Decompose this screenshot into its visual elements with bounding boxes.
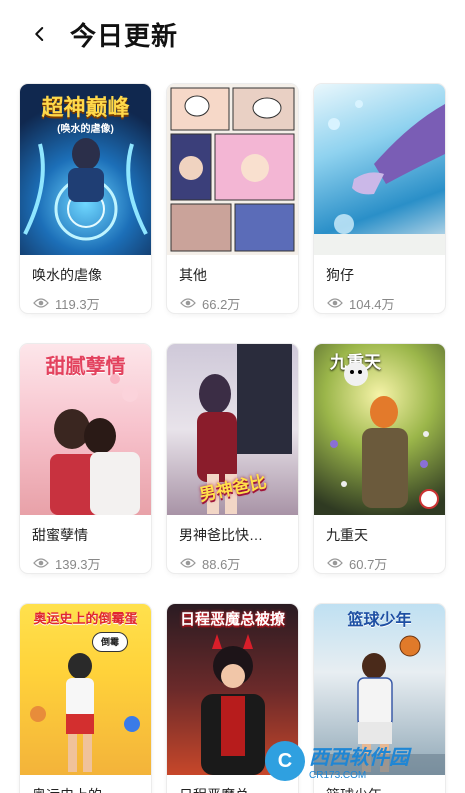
comic-card[interactable]: 超神巅峰 (唤水的虐像) 唤水的虐像 119.3万 xyxy=(20,84,151,313)
view-count-value: 66.2万 xyxy=(202,296,241,312)
comic-card[interactable]: 奥运史上的倒霉蛋 倒霉 奥运史上的 xyxy=(20,604,151,793)
view-count: 88.6万 xyxy=(167,545,298,573)
eye-icon xyxy=(180,298,196,308)
page-title: 今日更新 xyxy=(70,21,179,51)
comic-title: 唤水的虐像 xyxy=(32,267,102,283)
comic-cover: 超神巅峰 (唤水的虐像) xyxy=(20,84,151,255)
view-count: 60.7万 xyxy=(314,545,445,573)
view-count-value: 119.3万 xyxy=(55,296,100,312)
chevron-left-icon xyxy=(35,27,44,41)
watermark-sub: CR173.COM xyxy=(309,770,367,781)
watermark: C 西西软件园 CR173.COM xyxy=(265,740,450,782)
view-count-value: 60.7万 xyxy=(349,556,388,572)
watermark-text: 西西软件园 CR173.COM xyxy=(309,741,409,781)
comic-title: 甜蜜孽情 xyxy=(32,527,88,543)
comic-title: 男神爸比快… xyxy=(179,527,263,543)
watermark-logo-icon: C xyxy=(265,741,305,781)
view-count-value: 104.4万 xyxy=(349,296,395,312)
view-count-value: 88.6万 xyxy=(202,556,241,572)
view-count: 104.4万 xyxy=(314,285,445,313)
view-count: 66.2万 xyxy=(167,285,298,313)
header-bar: 今日更新 xyxy=(0,0,465,70)
watermark-main: 西西软件园 xyxy=(309,747,409,769)
eye-icon xyxy=(33,558,49,568)
view-count: 139.3万 xyxy=(20,545,151,573)
comic-cover xyxy=(167,84,298,255)
comic-cover: 甜腻孽情 xyxy=(20,344,151,515)
comic-card[interactable]: 其他 66.2万 xyxy=(167,84,298,313)
comic-title: 狗仔 xyxy=(326,267,354,283)
comic-cover: 九重天 xyxy=(314,344,445,515)
comic-cover xyxy=(314,84,445,255)
comic-title: 九重天 xyxy=(326,527,368,543)
comic-card[interactable]: 甜腻孽情 甜蜜孽情 139.3万 xyxy=(20,344,151,573)
eye-icon xyxy=(327,558,343,568)
eye-icon xyxy=(33,298,49,308)
back-button[interactable] xyxy=(28,22,52,46)
eye-icon xyxy=(327,298,343,308)
comic-title: 奥运史上的 xyxy=(20,775,151,793)
view-count-value: 139.3万 xyxy=(55,556,101,572)
eye-icon xyxy=(180,558,196,568)
comic-title: 其他 xyxy=(179,267,207,283)
comic-card[interactable]: 狗仔 104.4万 xyxy=(314,84,445,313)
comic-cover: 男神爸比 xyxy=(167,344,298,515)
comic-card[interactable]: 男神爸比 男神爸比快… 88.6万 xyxy=(167,344,298,573)
comic-cover: 奥运史上的倒霉蛋 倒霉 xyxy=(20,604,151,775)
comic-card[interactable]: 九重天 九重天 60.7万 xyxy=(314,344,445,573)
view-count: 119.3万 xyxy=(20,285,151,313)
